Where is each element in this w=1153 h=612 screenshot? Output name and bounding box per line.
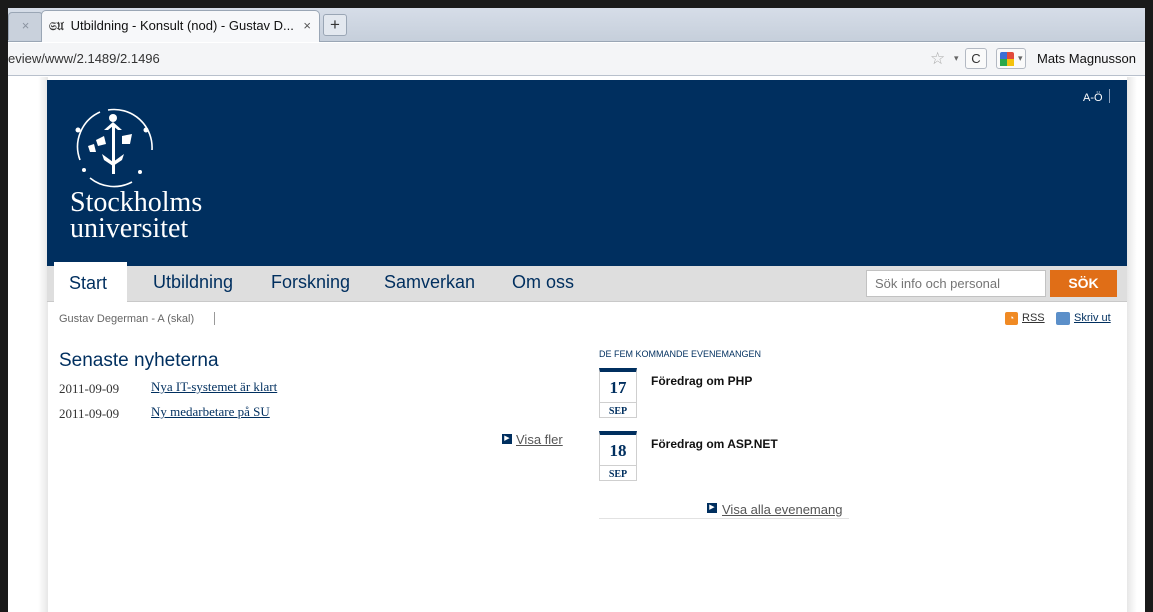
nav-item-label: Start (69, 273, 108, 293)
news-date: 2011-09-09 (59, 381, 120, 396)
chevron-down-icon[interactable]: ▾ (954, 53, 959, 64)
arrow-right-icon: ▶ (707, 503, 717, 513)
events-heading: DE FEM KOMMANDE EVENEMANGEN (599, 349, 762, 359)
search-engine-button[interactable]: ▾ (996, 48, 1026, 69)
logo-line-2: universitet (70, 213, 189, 244)
user-name[interactable]: Mats Magnusson (1037, 51, 1136, 66)
active-tab[interactable]: 𝔖𝔘 Utbildning - Konsult (nod) - Gustav D… (41, 10, 320, 42)
search-button[interactable]: SÖK (1050, 270, 1117, 297)
inactive-tab-close-button[interactable]: × (8, 12, 43, 40)
university-seal-icon[interactable] (60, 100, 170, 195)
nav-item-utbildning[interactable]: Utbildning (153, 272, 233, 293)
divider (599, 518, 849, 519)
university-logo-text[interactable]: Stockholms universitet (70, 189, 202, 244)
active-tab-title: Utbildning - Konsult (nod) - Gustav D... (70, 18, 294, 33)
divider (1109, 89, 1110, 103)
event-month: SEP (600, 465, 636, 480)
a-o-index-link[interactable]: A-Ö (1083, 92, 1103, 104)
print-icon[interactable] (1056, 312, 1070, 325)
nav-item-om-oss[interactable]: Om oss (512, 272, 574, 293)
nav-item-start[interactable]: Start (54, 262, 127, 302)
google-icon-yellow (1007, 59, 1014, 66)
reload-button[interactable]: C (965, 48, 987, 69)
print-link[interactable]: Skriv ut (1074, 312, 1111, 324)
search-input[interactable] (866, 270, 1046, 297)
breadcrumb[interactable]: Gustav Degerman - A (skal) (59, 313, 194, 325)
new-tab-button[interactable]: + (323, 14, 347, 36)
page-shadow-right (1127, 77, 1137, 612)
tab-close-icon[interactable]: × (303, 11, 311, 41)
nav-item-forskning[interactable]: Forskning (271, 272, 350, 293)
google-icon-green (1000, 59, 1007, 66)
event-day: 18 (609, 441, 627, 460)
more-news-link[interactable]: Visa fler (516, 432, 563, 447)
rss-link[interactable]: RSS (1022, 312, 1045, 324)
event-date-badge: 17 SEP (599, 368, 637, 418)
chevron-down-icon: ▾ (1018, 53, 1023, 63)
divider (214, 312, 215, 325)
arrow-right-icon: ▶ (502, 434, 512, 444)
news-link[interactable]: Ny medarbetare på SU (151, 404, 270, 420)
news-date: 2011-09-09 (59, 406, 120, 421)
rss-icon[interactable]: ◔ (1005, 312, 1018, 325)
all-events-link[interactable]: Visa alla evenemang (722, 502, 842, 517)
favicon-icon: 𝔖𝔘 (49, 20, 64, 33)
event-title-link[interactable]: Föredrag om PHP (651, 374, 752, 388)
news-heading: Senaste nyheterna (59, 350, 219, 371)
star-icon[interactable]: ☆ (930, 49, 945, 69)
nav-item-samverkan[interactable]: Samverkan (384, 272, 475, 293)
event-date-badge: 18 SEP (599, 431, 637, 481)
window-frame-left (0, 0, 8, 612)
site-header (47, 80, 1127, 266)
window-frame-top (0, 0, 1153, 8)
event-day: 17 (609, 378, 627, 397)
news-link[interactable]: Nya IT-systemet är klart (151, 379, 277, 395)
event-title-link[interactable]: Föredrag om ASP.NET (651, 437, 778, 451)
event-month: SEP (600, 402, 636, 417)
window-frame-right (1145, 0, 1153, 612)
url-text[interactable]: eview/www/2.1489/2.1496 (8, 51, 160, 66)
